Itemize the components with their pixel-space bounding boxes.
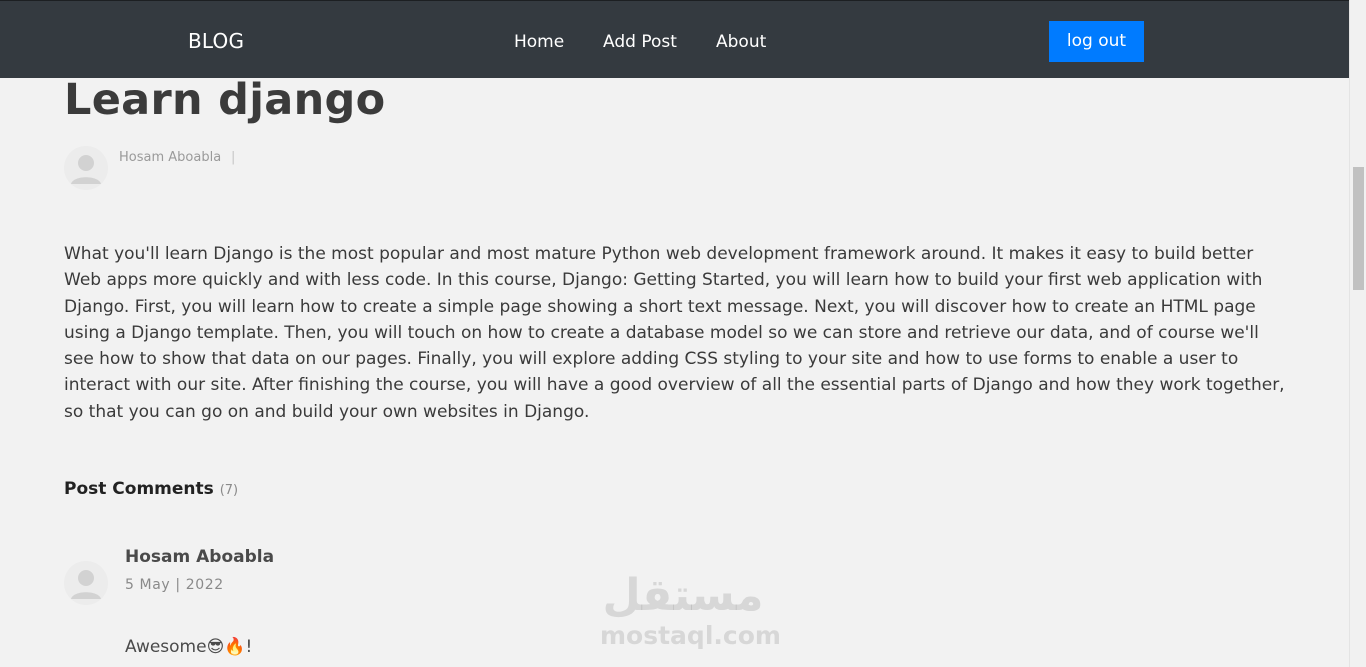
post-body: What you'll learn Django is the most pop… — [64, 244, 1285, 422]
watermark-arabic: مستقل — [602, 570, 764, 621]
watermark-latin: mostaql.com — [600, 621, 781, 650]
nav-link-add-post[interactable]: Add Post — [603, 31, 677, 53]
comment-text: Awesome😎🔥! — [125, 637, 253, 657]
brand-logo[interactable]: BLOG — [188, 29, 244, 53]
comment-avatar-icon — [64, 561, 108, 605]
vertical-scrollbar[interactable] — [1349, 0, 1366, 667]
comment-author[interactable]: Hosam Aboabla — [125, 546, 274, 568]
comments-count: (7) — [219, 483, 239, 498]
comments-heading: Post Comments (7) — [64, 478, 238, 502]
author-avatar-icon — [64, 146, 108, 190]
comments-heading-label: Post Comments — [64, 479, 214, 499]
comment-date: 5 May | 2022 — [125, 577, 224, 593]
page: BLOG Home Add Post About log out Learn d… — [0, 0, 1366, 667]
watermark-logo: مستقل mostaql.com — [600, 570, 781, 650]
nav-link-about[interactable]: About — [716, 31, 766, 53]
nav-link-home[interactable]: Home — [514, 31, 564, 53]
scrollbar-thumb[interactable] — [1353, 167, 1364, 290]
post-title: Learn django — [64, 75, 386, 125]
navbar: BLOG Home Add Post About log out — [0, 0, 1349, 78]
logout-button[interactable]: log out — [1049, 21, 1144, 62]
post-author-name[interactable]: Hosam Aboabla — [119, 150, 221, 166]
author-separator: | — [231, 150, 236, 165]
